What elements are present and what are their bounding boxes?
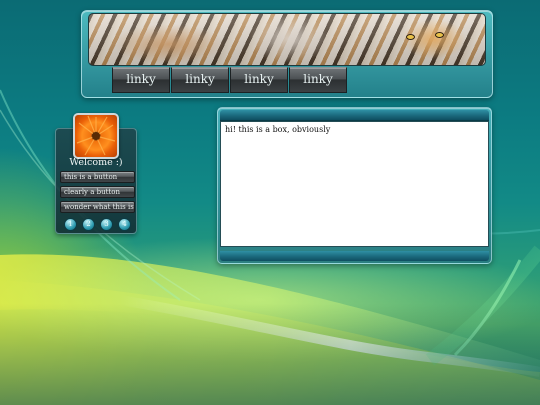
content-text: hi! this is a box, obviously: [225, 125, 331, 134]
sidebar-button-3[interactable]: wonder what this is: [60, 201, 135, 213]
sidebar-button-2[interactable]: clearly a button: [60, 186, 135, 198]
nav-link-3[interactable]: linky: [230, 67, 288, 93]
sidebar-button-1[interactable]: this is a button: [60, 171, 135, 183]
content-box: hi! this is a box, obviously: [217, 107, 492, 264]
nav-link-2[interactable]: linky: [171, 67, 229, 93]
tiger-eye-icon: [435, 32, 444, 38]
page-button-1[interactable]: 1: [64, 218, 77, 231]
content-box-footer: [220, 251, 489, 261]
content-box-titlebar: [220, 110, 489, 121]
pagination: 1 2 3 4: [64, 218, 131, 231]
user-widget: Welcome :) this is a button clearly a bu…: [55, 113, 137, 234]
flower-icon: [76, 115, 116, 156]
content-box-body: hi! this is a box, obviously: [220, 121, 489, 247]
header-banner-image: [88, 13, 486, 66]
nav-link-1[interactable]: linky: [112, 67, 170, 93]
nav-bar: linky linky linky linky: [112, 67, 347, 93]
tiger-eye-icon: [406, 34, 415, 40]
avatar[interactable]: [73, 113, 119, 159]
nav-link-4[interactable]: linky: [289, 67, 347, 93]
welcome-text: Welcome :): [69, 157, 123, 168]
site-header: linky linky linky linky: [81, 10, 493, 98]
page-button-4[interactable]: 4: [118, 218, 131, 231]
page-button-2[interactable]: 2: [82, 218, 95, 231]
page-button-3[interactable]: 3: [100, 218, 113, 231]
